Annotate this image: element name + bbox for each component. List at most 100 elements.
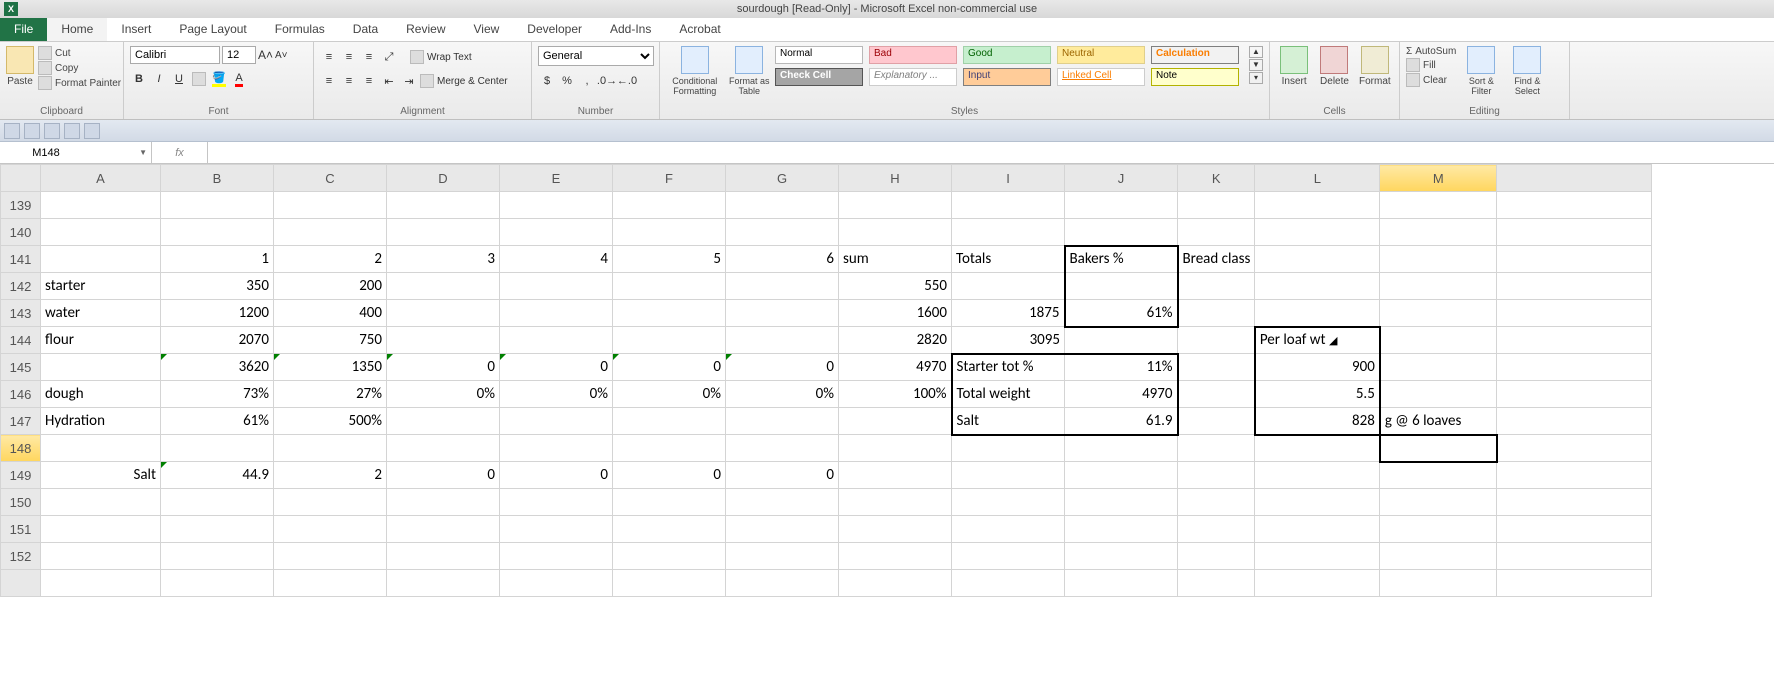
cell-H140[interactable] bbox=[839, 219, 952, 246]
cell-A151[interactable] bbox=[41, 516, 161, 543]
cell-J[interactable] bbox=[1065, 570, 1178, 597]
cell-L144[interactable]: Per loaf wt ◢ bbox=[1255, 327, 1380, 354]
qat-save[interactable] bbox=[4, 123, 20, 139]
col-header-J[interactable]: J bbox=[1065, 165, 1178, 192]
cell-D145[interactable]: 0 bbox=[387, 354, 500, 381]
cell-style-input[interactable]: Input bbox=[963, 68, 1051, 86]
cell-G151[interactable] bbox=[726, 516, 839, 543]
cell-J143[interactable]: 61% bbox=[1065, 300, 1178, 327]
cell-J147[interactable]: 61.9 bbox=[1065, 408, 1178, 435]
cell-146[interactable] bbox=[1497, 381, 1652, 408]
cell-[interactable] bbox=[1497, 570, 1652, 597]
cell-K139[interactable] bbox=[1178, 192, 1255, 219]
cell-J152[interactable] bbox=[1065, 543, 1178, 570]
col-header-G[interactable]: G bbox=[726, 165, 839, 192]
col-header-H[interactable]: H bbox=[839, 165, 952, 192]
fill-color-button[interactable]: 🪣 bbox=[210, 70, 228, 88]
cell-E152[interactable] bbox=[500, 543, 613, 570]
cell-F140[interactable] bbox=[613, 219, 726, 246]
indent-inc-button[interactable]: ⇥ bbox=[400, 72, 418, 90]
cell-style-good[interactable]: Good bbox=[963, 46, 1051, 64]
percent-button[interactable]: % bbox=[558, 72, 576, 90]
cell-141[interactable] bbox=[1497, 246, 1652, 273]
row-header-[interactable] bbox=[1, 570, 41, 597]
cell-147[interactable] bbox=[1497, 408, 1652, 435]
cell-A146[interactable]: dough bbox=[41, 381, 161, 408]
cell-C152[interactable] bbox=[274, 543, 387, 570]
cell-K144[interactable] bbox=[1178, 327, 1255, 354]
tab-view[interactable]: View bbox=[460, 18, 514, 41]
cell-G150[interactable] bbox=[726, 489, 839, 516]
cell-L139[interactable] bbox=[1255, 192, 1380, 219]
tab-acrobat[interactable]: Acrobat bbox=[665, 18, 734, 41]
cell-F[interactable] bbox=[613, 570, 726, 597]
format-as-table-button[interactable]: Format as Table bbox=[727, 46, 771, 96]
qat-print[interactable] bbox=[64, 123, 80, 139]
cell-style-normal[interactable]: Normal bbox=[775, 46, 863, 64]
cell-K142[interactable] bbox=[1178, 273, 1255, 300]
cell-I145[interactable]: Starter tot % bbox=[952, 354, 1065, 381]
cell-D140[interactable] bbox=[387, 219, 500, 246]
indent-dec-button[interactable]: ⇤ bbox=[380, 72, 398, 90]
italic-button[interactable]: I bbox=[150, 70, 168, 88]
cell-K148[interactable] bbox=[1178, 435, 1255, 462]
cell-B142[interactable]: 350 bbox=[161, 273, 274, 300]
cell-140[interactable] bbox=[1497, 219, 1652, 246]
align-bottom-button[interactable]: ≡ bbox=[360, 48, 378, 66]
paste-button[interactable]: Paste bbox=[6, 46, 34, 87]
inc-decimal-button[interactable]: .0→ bbox=[598, 72, 616, 90]
cell-C143[interactable]: 400 bbox=[274, 300, 387, 327]
cell-style-linked-cell[interactable]: Linked Cell bbox=[1057, 68, 1145, 86]
cell-A144[interactable]: flour bbox=[41, 327, 161, 354]
row-header-144[interactable]: 144 bbox=[1, 327, 41, 354]
cell-G143[interactable] bbox=[726, 300, 839, 327]
tab-review[interactable]: Review bbox=[392, 18, 459, 41]
cell-E148[interactable] bbox=[500, 435, 613, 462]
cell-K143[interactable] bbox=[1178, 300, 1255, 327]
cell-A143[interactable]: water bbox=[41, 300, 161, 327]
cell-B140[interactable] bbox=[161, 219, 274, 246]
cell-C145[interactable]: 1350 bbox=[274, 354, 387, 381]
cell-A150[interactable] bbox=[41, 489, 161, 516]
cell-B139[interactable] bbox=[161, 192, 274, 219]
cell-K146[interactable] bbox=[1178, 381, 1255, 408]
cell-G142[interactable] bbox=[726, 273, 839, 300]
tab-insert[interactable]: Insert bbox=[107, 18, 165, 41]
cell-G146[interactable]: 0% bbox=[726, 381, 839, 408]
cell-D143[interactable] bbox=[387, 300, 500, 327]
name-box[interactable]: ▼ bbox=[0, 142, 152, 163]
cell-151[interactable] bbox=[1497, 516, 1652, 543]
tab-home[interactable]: Home bbox=[47, 18, 107, 41]
cell-I144[interactable]: 3095 bbox=[952, 327, 1065, 354]
cell-I148[interactable] bbox=[952, 435, 1065, 462]
align-right-button[interactable]: ≡ bbox=[360, 72, 378, 90]
cell-H[interactable] bbox=[839, 570, 952, 597]
cell-K145[interactable] bbox=[1178, 354, 1255, 381]
cell-style-check-cell[interactable]: Check Cell bbox=[775, 68, 863, 86]
cell-F152[interactable] bbox=[613, 543, 726, 570]
col-header-M[interactable]: M bbox=[1380, 165, 1497, 192]
cell-I142[interactable] bbox=[952, 273, 1065, 300]
cell-F146[interactable]: 0% bbox=[613, 381, 726, 408]
autosum-button[interactable]: ΣAutoSum bbox=[1406, 46, 1456, 57]
cell-B143[interactable]: 1200 bbox=[161, 300, 274, 327]
cell-H152[interactable] bbox=[839, 543, 952, 570]
cell-K149[interactable] bbox=[1178, 462, 1255, 489]
tab-developer[interactable]: Developer bbox=[513, 18, 596, 41]
cell-C148[interactable] bbox=[274, 435, 387, 462]
cell-I152[interactable] bbox=[952, 543, 1065, 570]
cell-I141[interactable]: Totals bbox=[952, 246, 1065, 273]
cell-I[interactable] bbox=[952, 570, 1065, 597]
cell-L145[interactable]: 900 bbox=[1255, 354, 1380, 381]
cell-148[interactable] bbox=[1497, 435, 1652, 462]
styles-scroll-up[interactable]: ▲ bbox=[1249, 46, 1263, 58]
col-header-C[interactable]: C bbox=[274, 165, 387, 192]
cell-152[interactable] bbox=[1497, 543, 1652, 570]
cell-M141[interactable] bbox=[1380, 246, 1497, 273]
cell-G139[interactable] bbox=[726, 192, 839, 219]
cell-style-calculation[interactable]: Calculation bbox=[1151, 46, 1239, 64]
cell-E150[interactable] bbox=[500, 489, 613, 516]
cell-L150[interactable] bbox=[1255, 489, 1380, 516]
cell-style-neutral[interactable]: Neutral bbox=[1057, 46, 1145, 64]
col-header-I[interactable]: I bbox=[952, 165, 1065, 192]
